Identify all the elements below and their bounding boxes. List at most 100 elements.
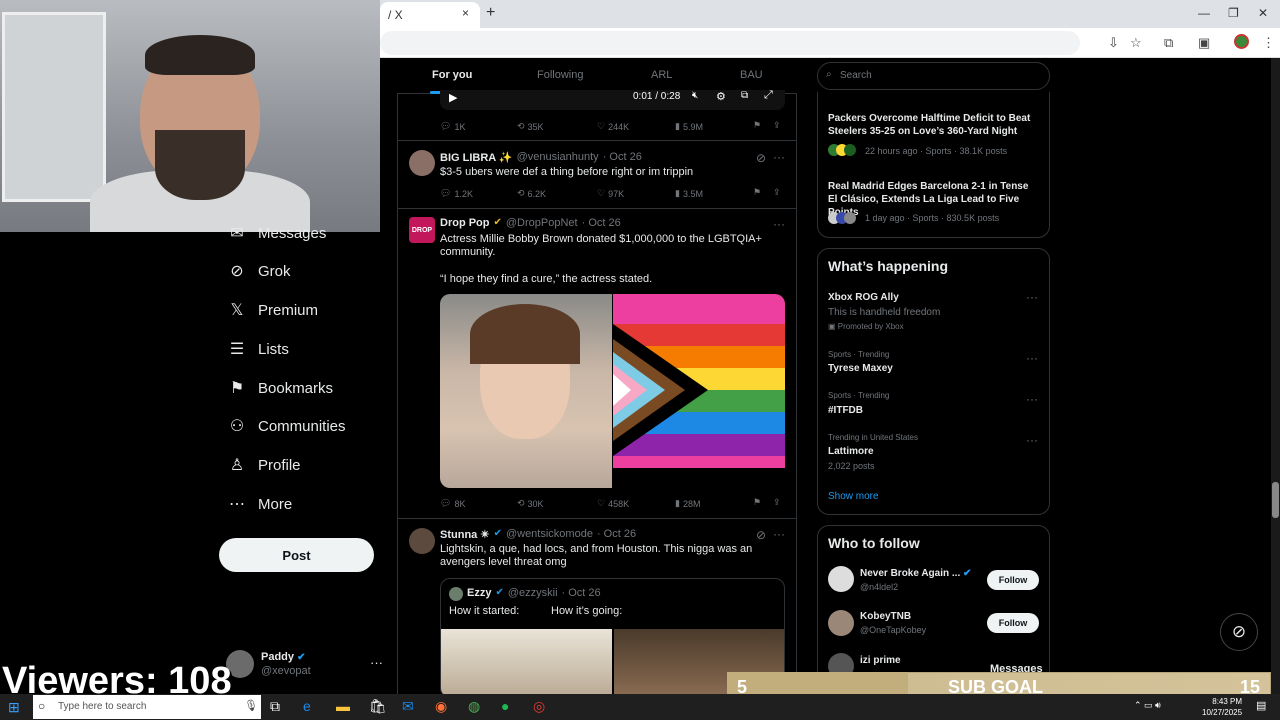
profile-avatar[interactable]: [1234, 34, 1249, 49]
bookmark-icon[interactable]: ⚑: [753, 187, 761, 198]
mic-icon[interactable]: 🎙︎: [244, 699, 258, 712]
follow-name[interactable]: KobeyTNB: [860, 610, 911, 623]
author-name[interactable]: Drop Pop: [440, 217, 490, 229]
grok-icon[interactable]: ⊘: [756, 151, 766, 165]
tab-bau[interactable]: BAU: [740, 69, 763, 81]
avatar[interactable]: DROP: [409, 217, 435, 243]
tweet-image-flag[interactable]: [613, 294, 785, 488]
account-more-icon[interactable]: ···: [370, 655, 383, 670]
share-icon[interactable]: ⇪: [773, 497, 781, 508]
nav-messages[interactable]: ✉ Messages: [226, 218, 406, 248]
close-window-button[interactable]: ✕: [1258, 6, 1268, 20]
views-button[interactable]: ▮ 28M: [675, 498, 700, 509]
nav-premium[interactable]: 𝕏 Premium: [226, 295, 406, 325]
bookmark-icon[interactable]: ⚑: [753, 120, 761, 131]
maximize-button[interactable]: ❐: [1228, 6, 1239, 20]
author-handle[interactable]: @venusianhunty: [517, 151, 599, 164]
file-explorer-icon[interactable]: ▬: [336, 698, 350, 714]
like-button[interactable]: ♡ 244K: [597, 121, 629, 132]
chrome-icon[interactable]: ◍: [468, 698, 480, 715]
follow-name[interactable]: izi prime: [860, 654, 901, 667]
minimize-button[interactable]: —: [1198, 6, 1210, 20]
tab-following[interactable]: Following: [537, 69, 583, 81]
follow-button[interactable]: Follow: [987, 570, 1039, 590]
reply-button[interactable]: 💬︎ 1K: [440, 121, 465, 132]
fullscreen-icon[interactable]: ⤢: [764, 89, 773, 102]
windows-start-icon[interactable]: ⊞: [8, 699, 20, 716]
sidepanel-icon[interactable]: ▣: [1198, 35, 1210, 51]
new-tab-icon[interactable]: +: [486, 4, 495, 22]
follow-name[interactable]: Never Broke Again ... ✔: [860, 567, 971, 580]
install-icon[interactable]: ⇩: [1108, 35, 1119, 51]
nav-lists[interactable]: ☰ Lists: [226, 334, 406, 364]
retweet-button[interactable]: ⟲ 6.2K: [517, 188, 546, 199]
extensions-icon[interactable]: ⧉: [1164, 35, 1173, 51]
like-button[interactable]: ♡ 97K: [597, 188, 624, 199]
more-icon[interactable]: ···: [1026, 433, 1038, 447]
avatar[interactable]: [409, 150, 435, 176]
avatar[interactable]: [409, 528, 435, 554]
video-player[interactable]: [440, 90, 785, 110]
nav-more[interactable]: ⋯ More: [226, 489, 406, 519]
nav-communities[interactable]: ⚇ Communities: [226, 411, 406, 441]
follow-button[interactable]: Follow: [987, 613, 1039, 633]
author-name[interactable]: Stunna ✴: [440, 528, 490, 541]
author-handle[interactable]: @wentsickomode: [506, 528, 593, 541]
mail-icon[interactable]: ✉: [402, 698, 414, 715]
more-icon[interactable]: ···: [1026, 290, 1038, 304]
play-icon[interactable]: ▶: [449, 91, 457, 104]
firefox-icon[interactable]: ◉: [435, 698, 447, 715]
tweet-image-actress[interactable]: [440, 294, 612, 488]
views-button[interactable]: ▮ 3.5M: [675, 188, 703, 199]
nav-bookmarks[interactable]: ⚑ Bookmarks: [226, 373, 406, 403]
trend-title[interactable]: Xbox ROG Ally: [828, 291, 899, 304]
more-icon[interactable]: ···: [1026, 392, 1038, 406]
trend-title[interactable]: Lattimore: [828, 445, 874, 458]
views-button[interactable]: ▮ 5.9M: [675, 121, 703, 132]
store-icon[interactable]: 🛍︎: [369, 698, 387, 715]
trend-title[interactable]: Tyrese Maxey: [828, 362, 893, 375]
scrollbar-thumb[interactable]: [1272, 482, 1279, 518]
address-bar[interactable]: [380, 31, 1080, 55]
post-button[interactable]: Post: [219, 538, 374, 572]
tweet-date[interactable]: · Oct 26: [597, 528, 636, 541]
tab-close-icon[interactable]: ×: [462, 6, 469, 20]
share-icon[interactable]: ⇪: [773, 120, 781, 131]
tweet-date[interactable]: · Oct 26: [582, 217, 621, 229]
reply-button[interactable]: 💬︎ 8K: [440, 498, 465, 509]
grok-fab-icon[interactable]: ⊘: [1220, 613, 1258, 651]
news-title[interactable]: Packers Overcome Halftime Deficit to Bea…: [828, 112, 1040, 138]
author-name[interactable]: BIG LIBRA ✨: [440, 151, 513, 164]
more-icon[interactable]: ···: [773, 527, 785, 541]
nav-grok[interactable]: ⊘ Grok: [226, 256, 406, 286]
obs-icon[interactable]: ◎: [533, 698, 545, 715]
settings-icon[interactable]: ⚙: [716, 90, 726, 103]
like-button[interactable]: ♡ 458K: [597, 498, 629, 509]
notifications-icon[interactable]: ▤: [1256, 699, 1266, 712]
edge-icon[interactable]: e: [303, 698, 311, 714]
tray-icons[interactable]: ⌃ ▭ 🔊︎: [1134, 700, 1161, 711]
more-icon[interactable]: ···: [1026, 351, 1038, 365]
taskbar-clock[interactable]: 8:43 PM 10/27/2025: [1202, 696, 1242, 718]
menu-icon[interactable]: ⋮: [1262, 35, 1275, 51]
share-icon[interactable]: ⇪: [773, 187, 781, 198]
task-view-icon[interactable]: ⧉: [270, 698, 280, 715]
author-handle[interactable]: @DropPopNet: [506, 217, 578, 229]
scrollbar[interactable]: [1271, 58, 1280, 698]
more-icon[interactable]: ···: [773, 150, 785, 164]
tab-arl[interactable]: ARL: [651, 69, 672, 81]
avatar[interactable]: [828, 610, 854, 636]
bookmark-icon[interactable]: ⚑: [753, 497, 761, 508]
trend-title[interactable]: #ITFDB: [828, 404, 863, 417]
pip-icon[interactable]: ⧉: [741, 90, 748, 101]
mute-icon[interactable]: 🔇︎: [692, 90, 698, 101]
tweet-date[interactable]: · Oct 26: [603, 151, 642, 164]
more-icon[interactable]: ···: [773, 217, 785, 231]
reply-button[interactable]: 💬︎ 1.2K: [440, 188, 473, 199]
grok-icon[interactable]: ⊘: [756, 528, 766, 542]
taskbar-search-input[interactable]: Type here to search: [33, 695, 261, 719]
star-icon[interactable]: ☆: [1130, 35, 1142, 51]
nav-profile[interactable]: ♙ Profile: [226, 450, 406, 480]
show-more-link[interactable]: Show more: [828, 491, 879, 502]
retweet-button[interactable]: ⟲ 35K: [517, 121, 544, 132]
